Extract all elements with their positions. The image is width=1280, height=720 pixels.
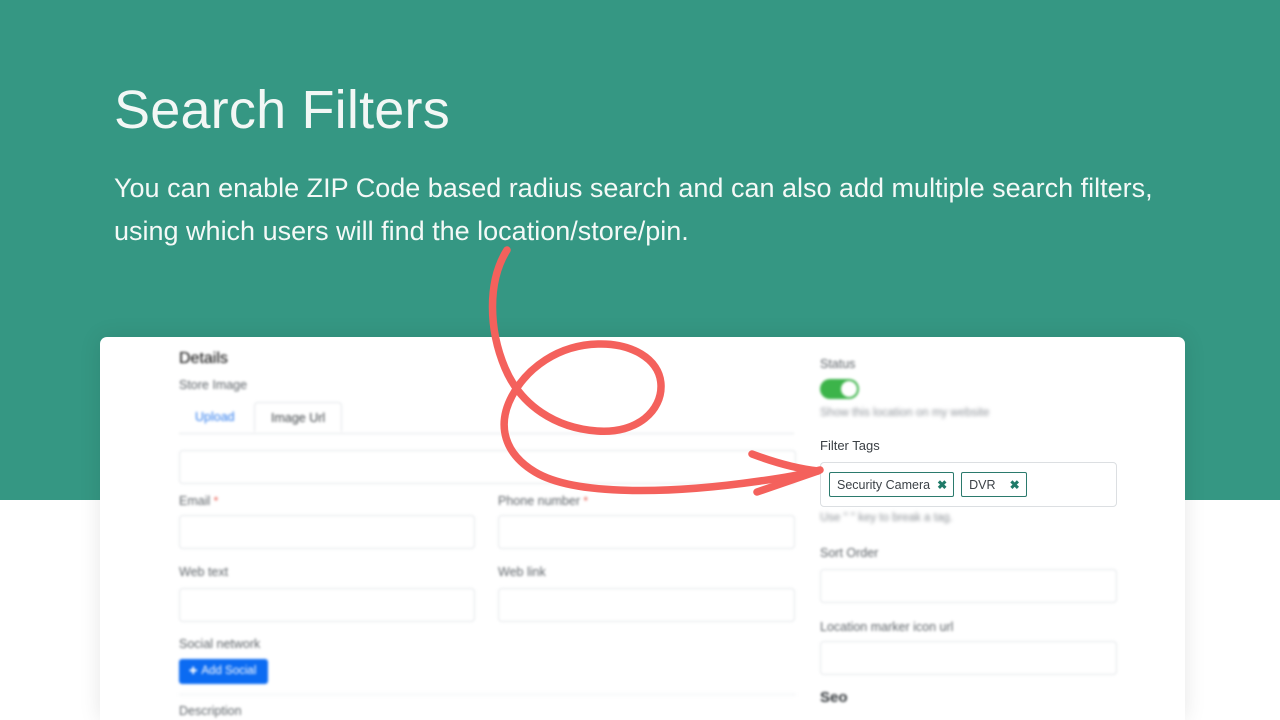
- status-toggle[interactable]: [820, 379, 859, 399]
- marker-icon-url-label: Location marker icon url: [820, 620, 954, 634]
- status-hint: Show this location on my website: [820, 407, 990, 419]
- filter-tags-input[interactable]: Security Camera ✖ DVR ✖: [820, 462, 1117, 507]
- tag-dvr[interactable]: DVR ✖: [961, 472, 1027, 497]
- web-text-label: Web text: [179, 565, 229, 579]
- sort-order-label: Sort Order: [820, 546, 879, 560]
- web-link-field[interactable]: [498, 588, 795, 622]
- toggle-knob: [841, 381, 857, 397]
- page-title: Search Filters: [114, 80, 450, 140]
- cut-off-top-row: [820, 337, 1120, 338]
- tag-label: DVR: [969, 477, 996, 492]
- marker-icon-url-field[interactable]: [820, 641, 1117, 675]
- tab-upload[interactable]: Upload: [179, 402, 251, 432]
- phone-number-label: Phone number: [498, 494, 581, 508]
- plus-icon: ✚: [189, 666, 198, 677]
- page-subtitle: You can enable ZIP Code based radius sea…: [114, 173, 1153, 246]
- email-required-marker: *: [210, 494, 219, 508]
- email-field[interactable]: [179, 515, 475, 549]
- tag-hint: Use " " key to break a tag.: [820, 512, 953, 524]
- filter-tags-label: Filter Tags: [820, 438, 880, 453]
- seo-section-title: Seo: [820, 689, 848, 706]
- web-link-label: Web link: [498, 565, 546, 579]
- store-image-tabs: Upload Image Url: [179, 402, 794, 434]
- tag-remove-icon[interactable]: ✖: [937, 479, 947, 491]
- app-screenshot-card: Details Store Image Upload Image Url Ema…: [100, 337, 1185, 720]
- image-url-input[interactable]: [179, 450, 796, 484]
- phone-required-marker: *: [580, 494, 589, 508]
- tag-security-camera[interactable]: Security Camera ✖: [829, 472, 955, 497]
- sort-order-field[interactable]: [820, 569, 1117, 603]
- details-section-title: Details: [179, 350, 228, 367]
- description-label: Description: [179, 704, 242, 718]
- status-label: Status: [820, 357, 856, 371]
- tag-remove-icon[interactable]: ✖: [1010, 479, 1020, 491]
- add-social-label: Add Social: [201, 665, 257, 677]
- email-label: Email: [179, 494, 211, 508]
- store-image-label: Store Image: [179, 378, 248, 392]
- web-text-field[interactable]: [179, 588, 475, 622]
- tag-label: Security Camera: [837, 477, 931, 492]
- tab-image-url[interactable]: Image Url: [254, 402, 343, 432]
- divider: [179, 694, 796, 695]
- add-social-button[interactable]: ✚ Add Social: [179, 659, 269, 684]
- social-network-label: Social network: [179, 637, 261, 651]
- phone-number-field[interactable]: [498, 515, 795, 549]
